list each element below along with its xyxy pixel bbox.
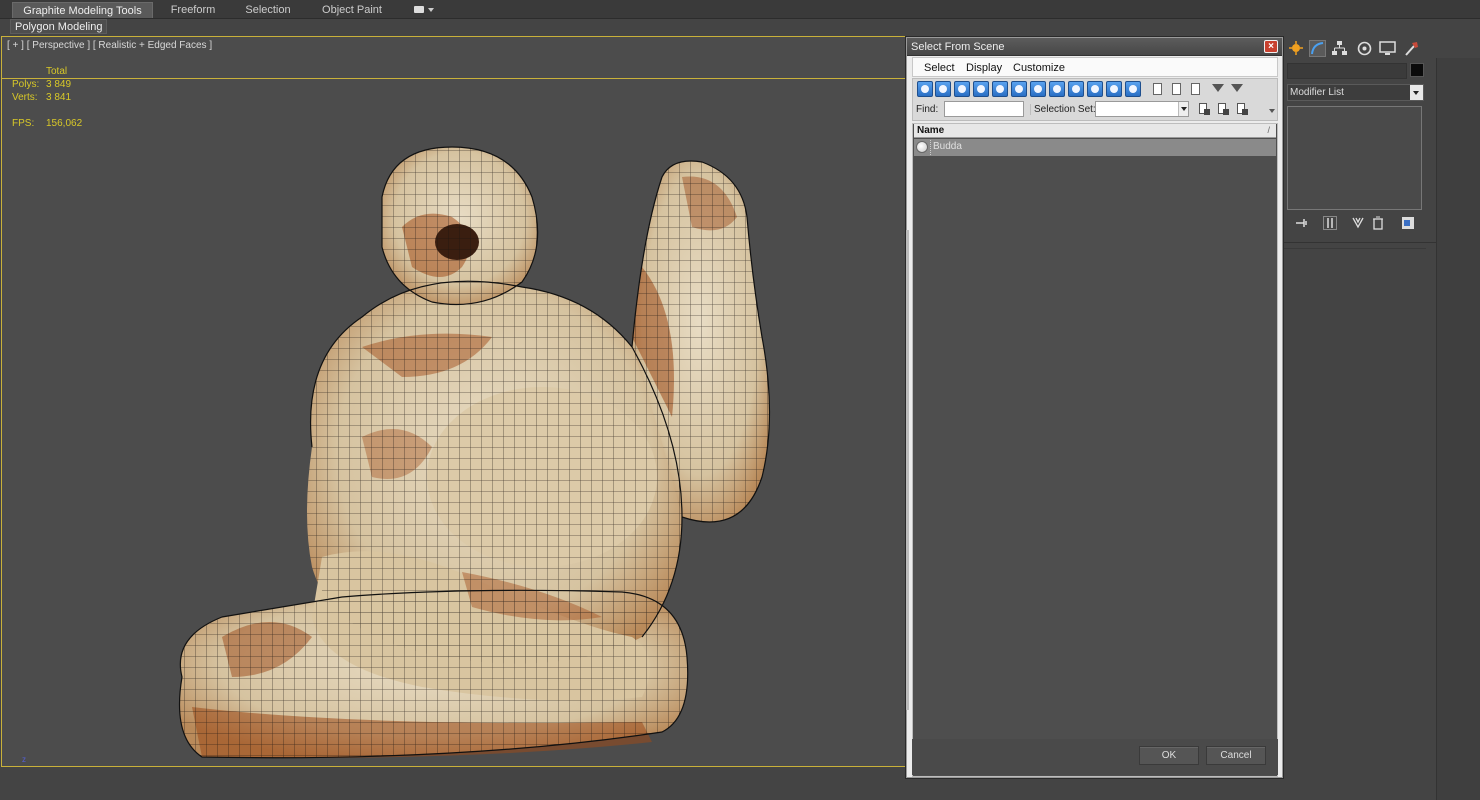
selection-set-label: Selection Set:: [1030, 104, 1096, 115]
display-none-icon[interactable]: [1170, 82, 1183, 97]
make-unique-icon[interactable]: [1351, 216, 1365, 230]
ribbon-tab-bar: Graphite Modeling Tools Freeform Selecti…: [0, 0, 1480, 19]
display-hidden-icon[interactable]: [1125, 81, 1141, 97]
modifier-stack[interactable]: [1287, 106, 1422, 210]
sort-indicator-icon: /: [1267, 125, 1270, 135]
display-containers-icon[interactable]: [1087, 81, 1103, 97]
toolbar-overflow-icon[interactable]: [1269, 109, 1275, 113]
tab-selection[interactable]: Selection: [233, 2, 303, 18]
display-icon[interactable]: [1379, 40, 1396, 57]
stats-fps-value: 156,062: [46, 118, 83, 129]
display-cameras-icon[interactable]: [973, 81, 989, 97]
display-geometry-icon[interactable]: [917, 81, 933, 97]
display-shapes-icon[interactable]: [935, 81, 951, 97]
modifier-list-label: Modifier List: [1290, 87, 1344, 98]
menu-select[interactable]: Select: [924, 62, 955, 74]
stats-verts-value: 3 841: [46, 92, 72, 103]
budda-model[interactable]: [162, 117, 782, 767]
filter-options-icon[interactable]: [1231, 84, 1243, 92]
wireframe-overlay: [179, 147, 770, 758]
panel-separator: [1284, 242, 1436, 243]
modify-icon[interactable]: [1309, 40, 1326, 57]
modifier-parameters-area: [1284, 248, 1426, 800]
filter-icon[interactable]: [1212, 84, 1224, 92]
select-from-scene-dialog: Select From Scene × Select Display Custo…: [906, 37, 1283, 778]
list-item[interactable]: Budda: [914, 139, 1276, 156]
display-invert-icon[interactable]: [1189, 82, 1202, 97]
menu-display[interactable]: Display: [966, 62, 1002, 74]
dialog-resize-edge[interactable]: [906, 230, 909, 710]
find-label: Find:: [916, 104, 939, 115]
dialog-toolbar: Find: Selection Set:: [912, 78, 1278, 121]
pin-stack-icon[interactable]: [1295, 216, 1309, 230]
dialog-menu-bar: Select Display Customize: [912, 57, 1278, 77]
motion-icon[interactable]: [1356, 40, 1373, 57]
display-options-icon[interactable]: [412, 4, 434, 16]
axis-tripod-z: z: [22, 755, 26, 764]
modifier-list-dropdown[interactable]: Modifier List: [1287, 84, 1424, 101]
utilities-icon[interactable]: [1403, 40, 1420, 57]
selection-set-dropdown[interactable]: [1095, 101, 1189, 117]
create-icon[interactable]: [1288, 40, 1305, 57]
list-item-label: Budda: [930, 140, 1050, 155]
viewport-label[interactable]: [ + ] [ Perspective ] [ Realistic + Edge…: [7, 40, 212, 51]
remove-modifier-icon[interactable]: [1371, 216, 1385, 230]
column-name-label: Name: [917, 125, 945, 136]
show-end-result-icon[interactable]: [1323, 216, 1337, 230]
display-space-warps-icon[interactable]: [1011, 81, 1027, 97]
display-frozen-icon[interactable]: [1106, 81, 1122, 97]
dialog-title: Select From Scene: [911, 41, 1005, 53]
stats-polys-label: Polys:: [12, 79, 40, 90]
tab-graphite-modeling-tools[interactable]: Graphite Modeling Tools: [12, 2, 153, 18]
display-all-icon[interactable]: [1151, 82, 1164, 97]
dialog-title-bar[interactable]: Select From Scene ×: [907, 38, 1282, 56]
cancel-button[interactable]: Cancel: [1206, 746, 1266, 765]
close-icon[interactable]: ×: [1264, 40, 1278, 53]
display-lights-icon[interactable]: [954, 81, 970, 97]
stats-polys-value: 3 849: [46, 79, 72, 90]
geometry-sphere-icon: [916, 141, 928, 153]
tab-object-paint[interactable]: Object Paint: [310, 2, 394, 18]
perspective-viewport[interactable]: [ + ] [ Perspective ] [ Realistic + Edge…: [1, 36, 906, 767]
modifier-stack-tools: [1287, 214, 1424, 234]
find-input[interactable]: [944, 101, 1024, 117]
display-bones-icon[interactable]: [1068, 81, 1084, 97]
subtab-polygon-modeling[interactable]: Polygon Modeling: [10, 19, 108, 34]
menu-customize[interactable]: Customize: [1013, 62, 1065, 74]
object-color-swatch[interactable]: [1410, 63, 1424, 77]
ok-button[interactable]: OK: [1139, 746, 1199, 765]
list-header-name[interactable]: Name /: [914, 124, 1276, 138]
configure-modifier-sets-icon[interactable]: [1401, 216, 1415, 230]
chevron-down-icon[interactable]: [1410, 85, 1423, 100]
dialog-button-bar: OK Cancel: [912, 739, 1278, 775]
display-groups-icon[interactable]: [1030, 81, 1046, 97]
stats-verts-label: Verts:: [12, 92, 38, 103]
scene-object-list[interactable]: Name / Budda: [912, 123, 1278, 777]
display-xrefs-icon[interactable]: [1049, 81, 1065, 97]
object-name-field[interactable]: [1287, 63, 1407, 79]
stats-total-label: Total: [46, 66, 68, 77]
viewport-safe-frame: [2, 78, 906, 79]
select-none-icon[interactable]: [1218, 103, 1230, 117]
stats-fps-label: FPS:: [12, 118, 35, 129]
select-invert-icon[interactable]: [1237, 103, 1249, 117]
tab-freeform[interactable]: Freeform: [158, 2, 228, 18]
hierarchy-icon[interactable]: [1331, 40, 1348, 57]
chevron-down-icon[interactable]: [1178, 102, 1188, 116]
panel-scroll-area[interactable]: [1436, 58, 1480, 800]
ribbon: Graphite Modeling Tools Freeform Selecti…: [0, 0, 1480, 36]
display-helpers-icon[interactable]: [992, 81, 1008, 97]
select-all-icon[interactable]: [1199, 103, 1211, 117]
